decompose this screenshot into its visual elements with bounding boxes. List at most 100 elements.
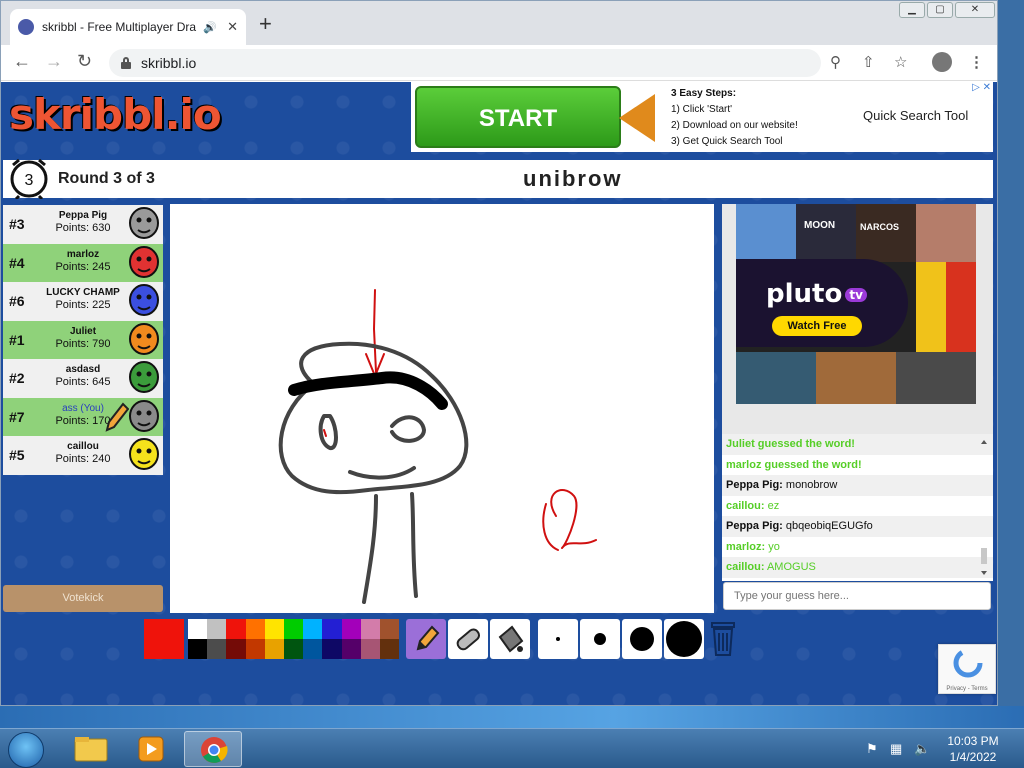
guess-input[interactable] bbox=[723, 582, 991, 610]
side-advertisement[interactable]: MOON NARCOS pluto tv Watch Free bbox=[722, 204, 993, 434]
brush-size-medium[interactable] bbox=[580, 619, 620, 659]
color-swatch[interactable] bbox=[303, 619, 323, 639]
bookmark-star-icon[interactable]: ☆ bbox=[894, 53, 907, 71]
tray-flag-icon[interactable]: ⚑ bbox=[866, 741, 878, 757]
back-arrow-icon[interactable]: ← bbox=[13, 51, 31, 72]
eraser-tool[interactable] bbox=[448, 619, 488, 659]
taskbar: ⚑ ▦ 🔈 10:03 PM 1/4/2022 bbox=[0, 728, 1024, 768]
color-swatch[interactable] bbox=[341, 619, 361, 639]
color-swatch[interactable] bbox=[380, 639, 400, 659]
recaptcha-icon bbox=[953, 648, 983, 678]
audio-playing-icon[interactable]: 🔊 bbox=[203, 21, 217, 34]
color-swatch[interactable] bbox=[264, 639, 284, 659]
player-row[interactable]: #4 marloz Points: 245 bbox=[3, 243, 163, 282]
scroll-down-icon[interactable] bbox=[981, 571, 987, 575]
color-swatch[interactable] bbox=[322, 619, 342, 639]
brush-size-large[interactable] bbox=[622, 619, 662, 659]
color-swatch[interactable] bbox=[226, 619, 246, 639]
tab-close-icon[interactable]: ✕ bbox=[227, 19, 238, 35]
fill-tool[interactable] bbox=[490, 619, 530, 659]
player-row[interactable]: #7 ass (You) Points: 170 bbox=[3, 397, 163, 436]
color-swatch[interactable] bbox=[264, 619, 284, 639]
taskbar-chrome[interactable] bbox=[184, 731, 242, 767]
chat-message: marloz guessed the word! bbox=[722, 455, 993, 476]
mouth-stroke bbox=[348, 466, 416, 480]
color-swatch[interactable] bbox=[360, 619, 380, 639]
color-swatch[interactable] bbox=[188, 619, 208, 639]
chat-message: Peppa Pig: qbqeobiqEGUGfo bbox=[722, 516, 993, 537]
recaptcha-terms: Privacy - Terms bbox=[946, 686, 988, 692]
player-row[interactable]: #1 Juliet Points: 790 bbox=[3, 320, 163, 359]
watch-free-button[interactable]: Watch Free bbox=[772, 316, 862, 336]
player-row[interactable]: #3 Peppa Pig Points: 630 bbox=[3, 205, 163, 244]
color-swatch[interactable] bbox=[360, 639, 380, 659]
new-tab-button[interactable]: + bbox=[259, 13, 272, 35]
color-swatch[interactable] bbox=[322, 639, 342, 659]
brush-size-xlarge[interactable] bbox=[664, 619, 704, 659]
color-swatch[interactable] bbox=[188, 639, 208, 659]
color-swatch[interactable] bbox=[245, 619, 265, 639]
color-swatch[interactable] bbox=[380, 619, 400, 639]
windows-start-icon[interactable] bbox=[8, 732, 44, 768]
tray-network-icon[interactable]: ▦ bbox=[890, 741, 902, 757]
minimize-button[interactable]: ▁ bbox=[899, 2, 925, 18]
skribbl-favicon-icon bbox=[18, 19, 34, 35]
poster-narcos: NARCOS bbox=[856, 204, 916, 262]
clock-time: 10:03 PM bbox=[947, 734, 999, 748]
maximize-button[interactable]: ▢ bbox=[927, 2, 953, 18]
color-swatch[interactable] bbox=[341, 639, 361, 659]
votekick-button[interactable]: Votekick bbox=[3, 585, 163, 612]
color-swatch[interactable] bbox=[303, 639, 323, 659]
clear-canvas-button[interactable] bbox=[706, 619, 740, 659]
player-rank: #5 bbox=[9, 447, 25, 463]
ad-step-3: 3) Get Quick Search Tool bbox=[671, 136, 783, 147]
player-points: Points: 790 bbox=[55, 337, 111, 350]
forward-arrow-icon[interactable]: → bbox=[45, 51, 63, 72]
color-swatch[interactable] bbox=[284, 639, 304, 659]
close-window-button[interactable]: ✕ bbox=[955, 2, 995, 18]
poster-tile bbox=[916, 262, 946, 352]
drawing-strokes[interactable] bbox=[170, 204, 714, 613]
clock-date: 1/4/2022 bbox=[949, 750, 997, 764]
share-icon[interactable]: ⇧ bbox=[862, 53, 875, 71]
color-swatch[interactable] bbox=[245, 639, 265, 659]
taskbar-clock[interactable]: 10:03 PM 1/4/2022 bbox=[932, 733, 1014, 765]
player-row[interactable]: #6 LUCKY CHAMP Points: 225 bbox=[3, 282, 163, 321]
scroll-up-icon[interactable] bbox=[981, 440, 987, 444]
pluto-tv-banner[interactable]: pluto tv Watch Free bbox=[736, 259, 908, 347]
chat-author: caillou: bbox=[726, 499, 765, 512]
left-pupil-stroke bbox=[323, 429, 327, 437]
top-advertisement[interactable]: START 3 Easy Steps: 1) Click 'Start' 2) … bbox=[411, 82, 993, 152]
skribbl-page: skribbl.io START 3 Easy Steps: 1) Click … bbox=[1, 82, 997, 705]
recaptcha-badge[interactable]: Privacy - Terms bbox=[938, 644, 996, 694]
pencil-icon bbox=[416, 625, 440, 651]
pluto-logo-text: pluto bbox=[766, 279, 843, 309]
taskbar-explorer[interactable] bbox=[62, 731, 120, 767]
player-row[interactable]: #2 asdasd Points: 645 bbox=[3, 359, 163, 398]
player-row[interactable]: #5 caillou Points: 240 bbox=[3, 436, 163, 475]
ad-close-icon[interactable]: ▷ ✕ bbox=[972, 82, 991, 93]
browser-tab[interactable]: skribbl - Free Multiplayer Dra 🔊 ✕ bbox=[10, 9, 246, 45]
chat-message: marloz: yo bbox=[722, 537, 993, 558]
menu-kebab-icon[interactable]: ⋮ bbox=[969, 53, 984, 71]
taskbar-media-player[interactable] bbox=[122, 731, 180, 767]
address-bar[interactable]: skribbl.io bbox=[109, 49, 821, 77]
scroll-thumb[interactable] bbox=[981, 548, 987, 564]
ad-start-button[interactable]: START bbox=[415, 86, 621, 148]
reload-icon[interactable]: ↻ bbox=[77, 51, 92, 72]
poster-tile bbox=[916, 204, 976, 262]
pencil-tool[interactable] bbox=[406, 619, 446, 659]
profile-avatar-icon[interactable] bbox=[932, 52, 952, 72]
color-swatch[interactable] bbox=[226, 639, 246, 659]
tray-volume-icon[interactable]: 🔈 bbox=[914, 741, 930, 757]
color-swatch[interactable] bbox=[207, 639, 227, 659]
brush-size-small[interactable] bbox=[538, 619, 578, 659]
chat-author: caillou: bbox=[726, 561, 765, 573]
color-palette bbox=[188, 619, 400, 659]
drawing-canvas[interactable] bbox=[170, 204, 714, 613]
zoom-icon[interactable]: ⚲ bbox=[830, 53, 841, 71]
chat-scrollbar[interactable] bbox=[979, 434, 989, 581]
color-swatch[interactable] bbox=[284, 619, 304, 639]
color-swatch[interactable] bbox=[207, 619, 227, 639]
poster-tile bbox=[736, 204, 796, 262]
